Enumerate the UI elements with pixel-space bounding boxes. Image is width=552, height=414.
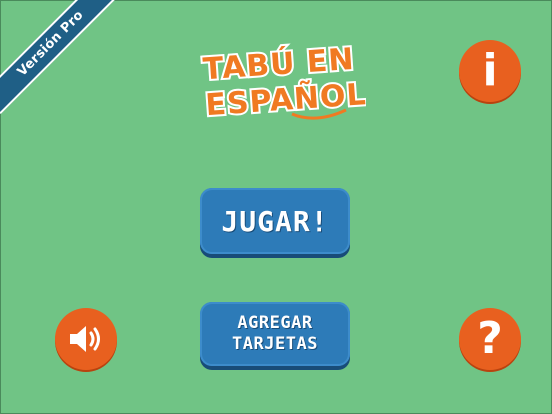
info-button[interactable]: i	[459, 40, 521, 102]
add-cards-label-line-2: TARJETAS	[232, 334, 318, 354]
game-menu-screen: Versión Pro TABÚ EN ESPAÑOL i JUGAR! AGR…	[0, 0, 552, 414]
pro-version-ribbon: Versión Pro	[0, 0, 120, 120]
info-icon: i	[482, 45, 498, 96]
help-button[interactable]: ?	[459, 308, 521, 370]
add-cards-button[interactable]: AGREGAR TARJETAS	[200, 302, 350, 366]
question-mark-icon: ?	[477, 313, 503, 364]
sound-toggle-button[interactable]	[55, 308, 117, 370]
game-logo: TABÚ EN ESPAÑOL	[196, 40, 366, 122]
speaker-icon	[70, 326, 100, 352]
logo-svg: TABÚ EN ESPAÑOL	[200, 40, 366, 122]
ribbon-label: Versión Pro	[0, 0, 120, 115]
play-button[interactable]: JUGAR!	[200, 188, 350, 254]
add-cards-label-line-1: AGREGAR	[237, 312, 313, 333]
